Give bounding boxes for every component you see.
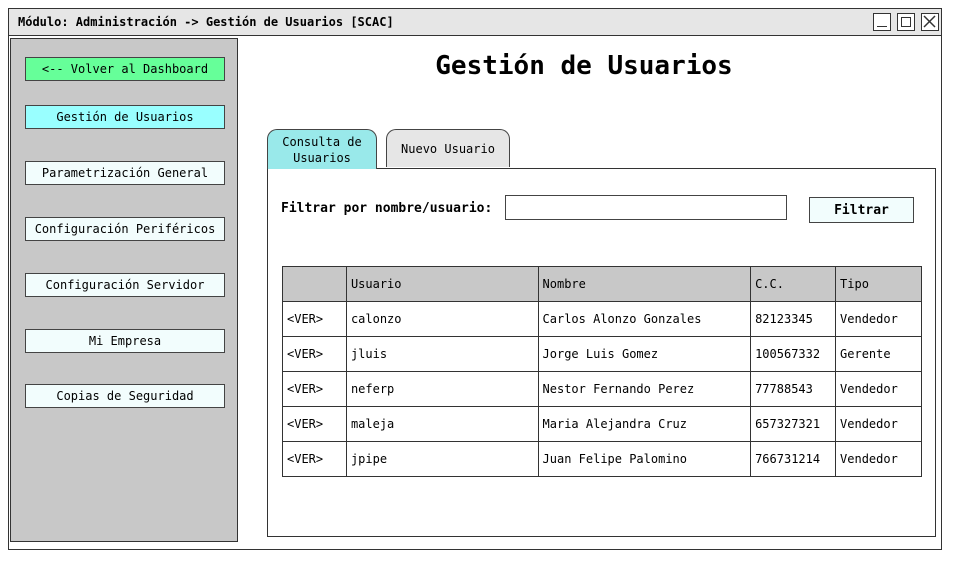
tab-nuevo-usuario[interactable]: Nuevo Usuario xyxy=(386,129,510,167)
app-window: Módulo: Administración -> Gestión de Usu… xyxy=(8,8,942,550)
sidebar-item-gestion-usuarios[interactable]: Gestión de Usuarios xyxy=(25,105,225,129)
minimize-button[interactable] xyxy=(873,13,891,31)
column-header-usuario: Usuario xyxy=(345,266,539,302)
view-link[interactable]: <VER> xyxy=(282,336,347,372)
column-header-cc: C.C. xyxy=(750,266,837,302)
close-button[interactable] xyxy=(921,13,939,31)
cell-nombre: Maria Alejandra Cruz xyxy=(537,406,752,442)
filter-button[interactable]: Filtrar xyxy=(809,197,914,223)
tab-label: Consulta de Usuarios xyxy=(282,134,362,165)
filter-label: Filtrar por nombre/usuario: xyxy=(281,201,493,216)
cell-tipo: Vendedor xyxy=(835,406,922,442)
sidebar-item-servidor[interactable]: Configuración Servidor xyxy=(25,273,225,297)
column-header-tipo: Tipo xyxy=(835,266,922,302)
back-to-dashboard-button[interactable]: <-- Volver al Dashboard xyxy=(25,57,225,81)
table-row: <VER> calonzo Carlos Alonzo Gonzales 821… xyxy=(282,301,922,337)
cell-tipo: Vendedor xyxy=(835,441,922,477)
table-row: <VER> neferp Nestor Fernando Perez 77788… xyxy=(282,371,922,407)
column-header-action xyxy=(282,266,347,302)
cell-usuario: jluis xyxy=(345,336,539,372)
window-title: Módulo: Administración -> Gestión de Usu… xyxy=(18,15,394,29)
maximize-button[interactable] xyxy=(897,13,915,31)
view-link[interactable]: <VER> xyxy=(282,441,347,477)
users-table: Usuario Nombre C.C. Tipo <VER> calonzo C… xyxy=(282,266,922,477)
cell-cc: 657327321 xyxy=(750,406,837,442)
page-title: Gestión de Usuarios xyxy=(435,51,733,81)
sidebar-item-perifericos[interactable]: Configuración Periféricos xyxy=(25,217,225,241)
view-link[interactable]: <VER> xyxy=(282,371,347,407)
cell-usuario: maleja xyxy=(345,406,539,442)
cell-tipo: Vendedor xyxy=(835,301,922,337)
column-header-nombre: Nombre xyxy=(537,266,752,302)
cell-cc: 82123345 xyxy=(750,301,837,337)
cell-cc: 77788543 xyxy=(750,371,837,407)
view-link[interactable]: <VER> xyxy=(282,406,347,442)
filter-input[interactable] xyxy=(505,195,787,220)
cell-nombre: Carlos Alonzo Gonzales xyxy=(537,301,752,337)
consulta-panel: Filtrar por nombre/usuario: Filtrar Usua… xyxy=(267,168,936,537)
table-header-row: Usuario Nombre C.C. Tipo xyxy=(282,266,922,302)
tab-label: Nuevo Usuario xyxy=(401,141,495,156)
cell-tipo: Vendedor xyxy=(835,371,922,407)
cell-tipo: Gerente xyxy=(835,336,922,372)
cell-usuario: jpipe xyxy=(345,441,539,477)
table-row: <VER> maleja Maria Alejandra Cruz 657327… xyxy=(282,406,922,442)
title-bar: Módulo: Administración -> Gestión de Usu… xyxy=(9,9,941,36)
table-row: <VER> jpipe Juan Felipe Palomino 7667312… xyxy=(282,441,922,477)
table-row: <VER> jluis Jorge Luis Gomez 100567332 G… xyxy=(282,336,922,372)
cell-cc: 766731214 xyxy=(750,441,837,477)
cell-cc: 100567332 xyxy=(750,336,837,372)
close-icon xyxy=(923,15,936,28)
cell-nombre: Nestor Fernando Perez xyxy=(537,371,752,407)
sidebar-item-parametrizacion[interactable]: Parametrización General xyxy=(25,161,225,185)
sidebar-item-copias-seguridad[interactable]: Copias de Seguridad xyxy=(25,384,225,408)
tab-consulta-usuarios[interactable]: Consulta de Usuarios xyxy=(267,129,377,169)
sidebar: <-- Volver al Dashboard Gestión de Usuar… xyxy=(10,38,238,542)
view-link[interactable]: <VER> xyxy=(282,301,347,337)
cell-usuario: neferp xyxy=(345,371,539,407)
sidebar-item-mi-empresa[interactable]: Mi Empresa xyxy=(25,329,225,353)
cell-nombre: Juan Felipe Palomino xyxy=(537,441,752,477)
cell-nombre: Jorge Luis Gomez xyxy=(537,336,752,372)
cell-usuario: calonzo xyxy=(345,301,539,337)
